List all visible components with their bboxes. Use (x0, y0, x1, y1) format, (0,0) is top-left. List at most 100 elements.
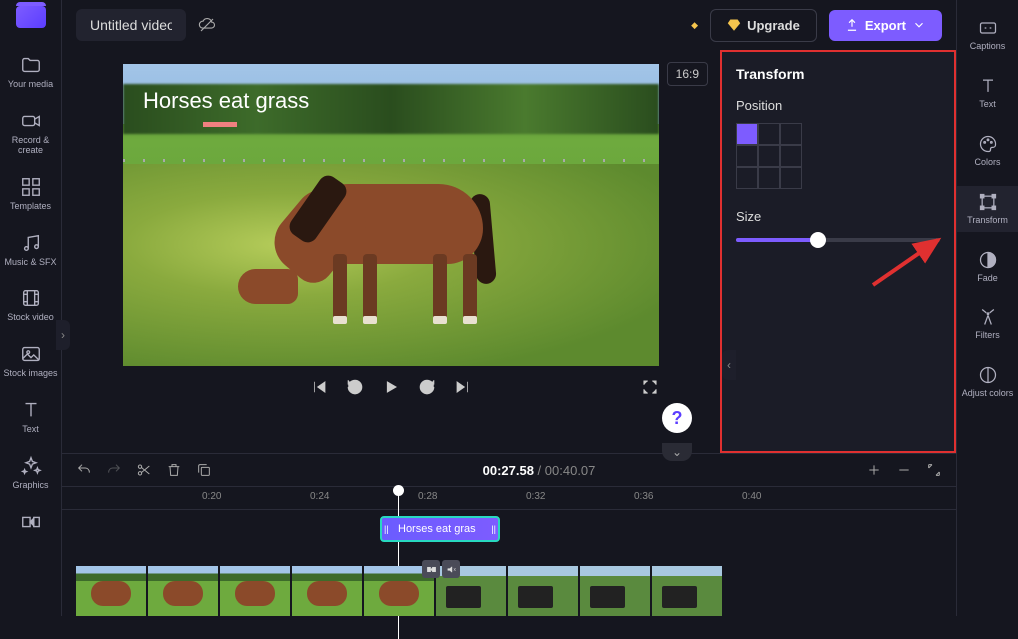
ruler-tick: 0:24 (310, 491, 329, 502)
sidebar-item-templates[interactable]: Templates (0, 172, 61, 216)
position-bottom-center[interactable] (758, 167, 780, 189)
sidebar-item-stock-video[interactable]: Stock video (0, 283, 61, 327)
chevron-down-icon (912, 18, 926, 32)
sidebar-item-label: Record & create (0, 136, 61, 156)
split-button[interactable] (136, 462, 152, 478)
fit-timeline-button[interactable] (926, 462, 942, 478)
right-tab-transform[interactable]: Transform (957, 186, 1018, 232)
position-middle-center[interactable] (758, 145, 780, 167)
right-tab-colors[interactable]: Colors (957, 128, 1018, 174)
delete-button[interactable] (166, 462, 182, 478)
clip-thumbnail (508, 566, 578, 616)
sidebar-item-music-sfx[interactable]: Music & SFX (0, 228, 61, 272)
sidebar-item-graphics[interactable]: Graphics (0, 451, 61, 495)
timeline: 00:27.58 / 00:40.07 0:20 0:24 0:28 0:32 … (62, 453, 956, 616)
position-top-left[interactable] (736, 123, 758, 145)
fade-icon (978, 250, 998, 270)
position-grid (736, 123, 940, 189)
video-title-input[interactable] (76, 9, 186, 41)
palette-icon (978, 134, 998, 154)
forward-5s-button[interactable]: 5 (418, 378, 436, 396)
duplicate-button[interactable] (196, 462, 212, 478)
collapse-right-panel-button[interactable] (722, 350, 736, 380)
clip-thumbnail (76, 566, 146, 616)
sidebar-item-label: Stock video (7, 313, 54, 323)
sidebar-item-label: Stock images (3, 369, 57, 379)
ruler-tick: 0:36 (634, 491, 653, 502)
app-logo[interactable] (16, 6, 46, 28)
right-tab-adjust-colors[interactable]: Adjust colors (957, 359, 1018, 405)
templates-icon (20, 176, 42, 198)
fullscreen-button[interactable] (641, 378, 659, 396)
right-tab-text[interactable]: Text (957, 70, 1018, 116)
collapse-stage-button[interactable] (662, 443, 692, 461)
clip-thumbnail (220, 566, 290, 616)
text-icon (978, 76, 998, 96)
duration-time: 00:40.07 (545, 463, 596, 478)
text-clip-label: Horses eat gras (398, 523, 476, 535)
sidebar-item-stock-images[interactable]: Stock images (0, 339, 61, 383)
adjust-icon (978, 365, 998, 385)
help-button[interactable]: ? (662, 403, 692, 433)
text-icon (20, 399, 42, 421)
position-bottom-right[interactable] (780, 167, 802, 189)
sidebar-item-text[interactable]: Text (0, 395, 61, 439)
cloud-sync-off-icon[interactable] (198, 16, 216, 34)
skip-back-button[interactable] (310, 378, 328, 396)
text-clip[interactable]: Horses eat gras (380, 516, 500, 542)
position-middle-left[interactable] (736, 145, 758, 167)
upgrade-button[interactable]: Upgrade (710, 9, 817, 42)
transitions-icon (20, 511, 42, 533)
canvas-caption-text[interactable]: Horses eat grass (143, 88, 309, 114)
export-button-label: Export (865, 18, 906, 33)
film-icon (20, 287, 42, 309)
position-top-right[interactable] (780, 123, 802, 145)
export-button[interactable]: Export (829, 10, 942, 41)
skip-forward-button[interactable] (454, 378, 472, 396)
right-tab-label: Captions (970, 42, 1006, 52)
transform-panel-title: Transform (736, 66, 940, 82)
sidebar-item-label: Graphics (12, 481, 48, 491)
left-sidebar: Your media Record & create Templates Mus… (0, 0, 62, 616)
video-track[interactable] (76, 566, 942, 616)
position-top-center[interactable] (758, 123, 780, 145)
right-tab-captions[interactable]: Captions (957, 12, 1018, 58)
aspect-ratio-selector[interactable]: 16:9 (667, 62, 708, 86)
size-slider[interactable] (736, 238, 940, 242)
zoom-out-button[interactable] (896, 462, 912, 478)
right-tab-filters[interactable]: Filters (957, 301, 1018, 347)
caption-underline (203, 122, 237, 127)
right-tab-label: Filters (975, 331, 1000, 341)
right-tab-label: Text (979, 100, 996, 110)
play-button[interactable] (382, 378, 400, 396)
clip-transition-icon[interactable] (422, 560, 440, 578)
right-tab-label: Transform (967, 216, 1008, 226)
ruler-tick: 0:28 (418, 491, 437, 502)
sparkles-icon (20, 455, 42, 477)
video-canvas[interactable]: Horses eat grass (123, 64, 659, 366)
diamond-icon (727, 18, 741, 32)
music-icon (20, 232, 42, 254)
position-middle-right[interactable] (780, 145, 802, 167)
size-slider-thumb[interactable] (810, 232, 826, 248)
transform-panel: Transform Position Size (720, 50, 956, 453)
redo-button[interactable] (106, 462, 122, 478)
sidebar-item-your-media[interactable]: Your media (0, 50, 61, 94)
sidebar-item-transitions[interactable] (0, 507, 61, 537)
right-sidebar: Captions Text Colors Transform Fade Filt… (956, 0, 1018, 616)
zoom-in-button[interactable] (866, 462, 882, 478)
rewind-5s-button[interactable]: 5 (346, 378, 364, 396)
right-tab-fade[interactable]: Fade (957, 244, 1018, 290)
sidebar-item-record-create[interactable]: Record & create (0, 106, 61, 160)
right-tab-label: Adjust colors (962, 389, 1014, 399)
main-area: ◆ Upgrade Export 16:9 (62, 0, 956, 616)
undo-button[interactable] (76, 462, 92, 478)
ruler-tick: 0:32 (526, 491, 545, 502)
ruler-tick: 0:40 (742, 491, 761, 502)
position-bottom-left[interactable] (736, 167, 758, 189)
upload-icon (845, 18, 859, 32)
transform-icon (978, 192, 998, 212)
clip-mute-icon[interactable] (442, 560, 460, 578)
timeline-ruler[interactable]: 0:20 0:24 0:28 0:32 0:36 0:40 (62, 486, 956, 510)
sidebar-item-label: Your media (8, 80, 53, 90)
